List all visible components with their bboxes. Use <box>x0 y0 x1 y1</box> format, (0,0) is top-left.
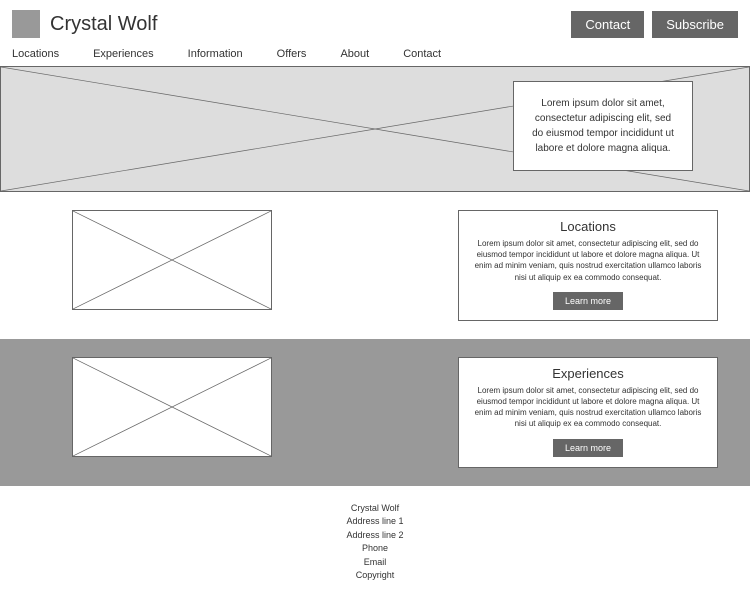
nav-item-locations[interactable]: Locations <box>12 48 59 60</box>
card-body: Lorem ipsum dolor sit amet, consectetur … <box>471 238 705 283</box>
section-experiences: Experiences Lorem ipsum dolor sit amet, … <box>0 339 750 486</box>
nav-item-information[interactable]: Information <box>188 48 243 60</box>
brand-name: Crystal Wolf <box>50 13 563 36</box>
footer: Crystal Wolf Address line 1 Address line… <box>0 486 750 603</box>
logo-placeholder <box>12 10 40 38</box>
hero-text-card: Lorem ipsum dolor sit amet, consectetur … <box>513 81 693 171</box>
nav-item-about[interactable]: About <box>340 48 369 60</box>
experiences-card: Experiences Lorem ipsum dolor sit amet, … <box>458 357 718 468</box>
card-title: Experiences <box>471 366 705 381</box>
subscribe-button[interactable]: Subscribe <box>652 11 738 38</box>
card-title: Locations <box>471 219 705 234</box>
image-placeholder <box>72 210 272 310</box>
main-nav: Locations Experiences Information Offers… <box>0 42 750 66</box>
header: Crystal Wolf Contact Subscribe <box>0 0 750 42</box>
nav-item-offers[interactable]: Offers <box>277 48 307 60</box>
footer-line: Phone <box>0 542 750 556</box>
footer-line: Address line 1 <box>0 515 750 529</box>
locations-card: Locations Lorem ipsum dolor sit amet, co… <box>458 210 718 321</box>
learn-more-button[interactable]: Learn more <box>553 439 623 457</box>
learn-more-button[interactable]: Learn more <box>553 292 623 310</box>
contact-button[interactable]: Contact <box>571 11 644 38</box>
footer-line: Copyright <box>0 569 750 583</box>
footer-line: Address line 2 <box>0 529 750 543</box>
section-locations: Locations Lorem ipsum dolor sit amet, co… <box>0 192 750 339</box>
nav-item-experiences[interactable]: Experiences <box>93 48 154 60</box>
footer-line: Crystal Wolf <box>0 502 750 516</box>
card-body: Lorem ipsum dolor sit amet, consectetur … <box>471 385 705 430</box>
nav-item-contact[interactable]: Contact <box>403 48 441 60</box>
image-placeholder <box>72 357 272 457</box>
hero-image-placeholder: Lorem ipsum dolor sit amet, consectetur … <box>0 66 750 192</box>
footer-line: Email <box>0 556 750 570</box>
